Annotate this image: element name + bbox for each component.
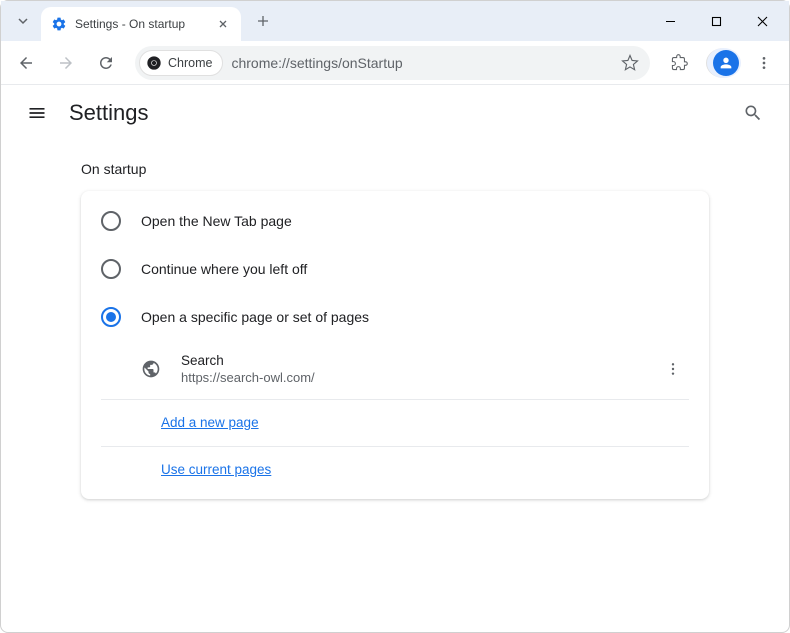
option-new-tab[interactable]: Open the New Tab page — [81, 197, 709, 245]
radio-icon — [101, 259, 121, 279]
hamburger-icon — [27, 103, 47, 123]
page-url: https://search-owl.com/ — [181, 370, 637, 385]
option-specific-pages[interactable]: Open a specific page or set of pages — [81, 293, 709, 341]
radio-icon — [101, 307, 121, 327]
reload-icon — [97, 54, 115, 72]
back-button[interactable] — [9, 46, 43, 80]
search-settings-button[interactable] — [733, 93, 773, 133]
dots-vertical-icon — [665, 361, 681, 377]
profile-button[interactable] — [706, 48, 741, 78]
window-controls — [647, 1, 785, 41]
add-page-row: Add a new page — [101, 400, 689, 447]
close-icon — [757, 16, 768, 27]
site-info-chip[interactable]: Chrome — [139, 50, 223, 76]
page-name: Search — [181, 353, 637, 368]
option-continue[interactable]: Continue where you left off — [81, 245, 709, 293]
dots-vertical-icon — [756, 55, 772, 71]
window-titlebar: Settings - On startup — [1, 1, 789, 41]
maximize-button[interactable] — [693, 1, 739, 41]
tab-search-button[interactable] — [11, 9, 35, 33]
avatar-icon — [713, 50, 739, 76]
minimize-button[interactable] — [647, 1, 693, 41]
radio-icon — [101, 211, 121, 231]
radio-label: Open the New Tab page — [141, 213, 292, 229]
page-title: Settings — [69, 100, 149, 126]
startup-pages-list: Search https://search-owl.com/ Add a new… — [81, 341, 709, 493]
settings-header: Settings — [1, 85, 789, 141]
settings-menu-button[interactable] — [17, 93, 57, 133]
use-current-link[interactable]: Use current pages — [161, 462, 271, 477]
add-page-link[interactable]: Add a new page — [161, 415, 259, 430]
minimize-icon — [665, 16, 676, 27]
extensions-icon — [671, 54, 688, 71]
new-tab-button[interactable] — [249, 7, 277, 35]
startup-page-row: Search https://search-owl.com/ — [101, 341, 689, 400]
startup-card: Open the New Tab page Continue where you… — [81, 191, 709, 499]
address-bar[interactable]: Chrome chrome://settings/onStartup — [135, 46, 650, 80]
settings-content: On startup Open the New Tab page Continu… — [1, 141, 789, 519]
chrome-menu-button[interactable] — [747, 46, 781, 80]
radio-label: Open a specific page or set of pages — [141, 309, 369, 325]
page-actions-button[interactable] — [657, 353, 689, 385]
maximize-icon — [711, 16, 722, 27]
plus-icon — [257, 15, 269, 27]
site-chip-label: Chrome — [168, 56, 212, 70]
section-title: On startup — [81, 161, 709, 177]
extensions-button[interactable] — [662, 46, 696, 80]
search-icon — [743, 103, 763, 123]
settings-gear-icon — [51, 16, 67, 32]
use-current-row: Use current pages — [101, 447, 689, 493]
browser-toolbar: Chrome chrome://settings/onStartup — [1, 41, 789, 85]
url-text: chrome://settings/onStartup — [231, 55, 608, 71]
browser-tab[interactable]: Settings - On startup — [41, 7, 241, 41]
chevron-down-icon — [17, 15, 29, 27]
page-info: Search https://search-owl.com/ — [181, 353, 637, 385]
arrow-left-icon — [17, 54, 35, 72]
tab-close-button[interactable] — [215, 16, 231, 32]
tab-title: Settings - On startup — [75, 17, 207, 31]
radio-label: Continue where you left off — [141, 261, 307, 277]
chrome-logo-icon — [146, 55, 162, 71]
close-window-button[interactable] — [739, 1, 785, 41]
arrow-right-icon — [57, 54, 75, 72]
bookmark-button[interactable] — [616, 49, 644, 77]
globe-icon — [141, 359, 161, 379]
reload-button[interactable] — [89, 46, 123, 80]
star-icon — [621, 54, 639, 72]
close-icon — [219, 20, 227, 28]
forward-button[interactable] — [49, 46, 83, 80]
